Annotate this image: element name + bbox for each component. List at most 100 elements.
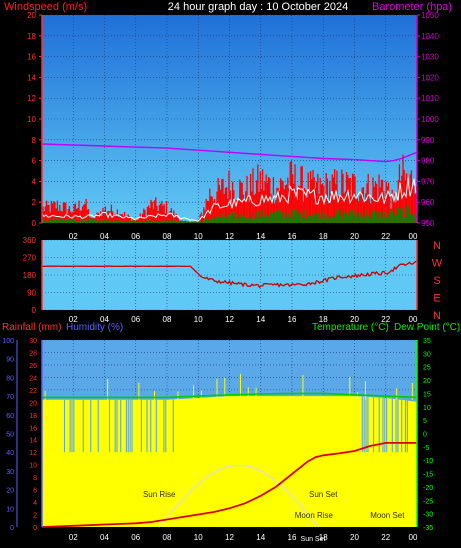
baro-ytick-950: 950: [421, 219, 435, 228]
dir-xtick-16: 16: [288, 315, 297, 324]
rain-ytick-24: 24: [29, 375, 37, 382]
compass-label-north-top: N: [433, 240, 441, 252]
humidity-ytick-30: 30: [6, 469, 14, 476]
dir-xtick-10: 10: [194, 315, 203, 324]
weather-graph-window: Windspeed (m/s) 24 hour graph day : 10 O…: [0, 0, 461, 543]
rain-ytick-10: 10: [29, 463, 37, 470]
moon-rise-label: Moon Rise: [295, 511, 334, 520]
temp-ytick--30: -30: [423, 512, 433, 519]
wind-xtick-08: 08: [163, 232, 172, 241]
humidity-ytick-80: 80: [6, 375, 14, 382]
temp-ytick--20: -20: [423, 485, 433, 492]
dir-ytick-0: 0: [32, 306, 37, 315]
climate-xtick-16: 16: [288, 533, 297, 542]
weather-graph: Windspeed (m/s) 24 hour graph day : 10 O…: [2, 1, 460, 543]
dir-ytick-360: 360: [23, 236, 37, 245]
rain-ytick-0: 0: [33, 525, 37, 532]
climate-xtick-04: 04: [100, 533, 109, 542]
wind-xtick-20: 20: [350, 232, 359, 241]
climate-series-layer: Sun Rise Sun Set Moon Rise Moon Set: [41, 373, 418, 528]
wind-ytick-18: 18: [27, 32, 36, 41]
baro-ytick-990: 990: [421, 136, 435, 145]
sun-set-label: Sun Set: [309, 490, 338, 499]
temp-ytick-25: 25: [423, 365, 431, 372]
rain-ytick-28: 28: [29, 350, 37, 357]
temp-ytick-5: 5: [423, 418, 427, 425]
dir-xtick-12: 12: [225, 315, 234, 324]
moon-set-label: Moon Set: [370, 511, 405, 520]
rain-ytick-12: 12: [29, 450, 37, 457]
rain-ytick-14: 14: [29, 438, 37, 445]
humidity-ytick-60: 60: [6, 413, 14, 420]
wind-ytick-4: 4: [32, 177, 37, 186]
temp-ytick-35: 35: [423, 338, 431, 345]
dir-xtick-14: 14: [256, 315, 265, 324]
temp-ytick--10: -10: [423, 458, 433, 465]
temp-ytick-10: 10: [423, 405, 431, 412]
baro-ytick-970: 970: [421, 177, 435, 186]
temp-ytick-15: 15: [423, 391, 431, 398]
rain-ytick-26: 26: [29, 363, 37, 370]
wind-xtick-04: 04: [100, 232, 109, 241]
wind-xtick-16: 16: [288, 232, 297, 241]
temp-ytick--5: -5: [423, 445, 429, 452]
climate-xtick-20: 20: [350, 533, 359, 542]
wind-xtick-12: 12: [225, 232, 234, 241]
rainfall-axis-title: Rainfall (mm): [2, 322, 61, 333]
climate-xtick-08: 08: [163, 533, 172, 542]
rain-ytick-6: 6: [33, 488, 37, 495]
dir-xtick-06: 06: [131, 315, 140, 324]
humidity-ytick-20: 20: [6, 488, 14, 495]
rain-ytick-2: 2: [33, 513, 37, 520]
temp-ytick-30: 30: [423, 351, 431, 358]
temp-ytick--35: -35: [423, 525, 433, 532]
rain-ytick-16: 16: [29, 425, 37, 432]
humidity-ytick-0: 0: [10, 525, 14, 532]
dewpoint-axis-title: Dew Point (°C): [394, 322, 460, 333]
compass-label-east: E: [433, 293, 440, 305]
baro-ytick-1030: 1030: [421, 53, 439, 62]
temp-ytick--15: -15: [423, 472, 433, 479]
wind-ytick-2: 2: [32, 198, 37, 207]
wind-xtick-22: 22: [381, 232, 390, 241]
baro-ytick-1010: 1010: [421, 94, 439, 103]
wind-xtick-00: 00: [409, 232, 418, 241]
climate-xtick-00: 00: [409, 533, 418, 542]
humidity-ytick-100: 100: [2, 338, 14, 345]
wind-xtick-06: 06: [131, 232, 140, 241]
rain-ytick-8: 8: [33, 475, 37, 482]
climate-xtick-10: 10: [194, 533, 203, 542]
dir-ytick-180: 180: [23, 271, 37, 280]
wind-xtick-02: 02: [69, 232, 78, 241]
wind-ytick-16: 16: [27, 53, 36, 62]
compass-label-north-bottom: N: [433, 310, 441, 322]
baro-ytick-1040: 1040: [421, 32, 439, 41]
rain-ytick-4: 4: [33, 500, 37, 507]
climate-xtick-14: 14: [256, 533, 265, 542]
wind-ytick-12: 12: [27, 94, 36, 103]
baro-ytick-1020: 1020: [421, 73, 439, 82]
sun-rise-label: Sun Rise: [143, 490, 176, 499]
humidity-ytick-90: 90: [6, 357, 14, 364]
climate-xtick-02: 02: [69, 533, 78, 542]
wind-ytick-14: 14: [27, 73, 36, 82]
rain-ytick-18: 18: [29, 413, 37, 420]
wind-xtick-18: 18: [319, 232, 328, 241]
compass-label-south: S: [433, 275, 440, 287]
wind-ytick-6: 6: [32, 157, 37, 166]
wind-ytick-8: 8: [32, 136, 37, 145]
humidity-ytick-40: 40: [6, 450, 14, 457]
temp-ytick-20: 20: [423, 378, 431, 385]
compass-label-west: W: [432, 258, 443, 270]
rain-ytick-30: 30: [29, 338, 37, 345]
baro-ytick-980: 980: [421, 157, 435, 166]
baro-ytick-1050: 1050: [421, 11, 439, 20]
barometer-axis-title: Barometer (hpa): [372, 1, 452, 13]
baro-ytick-1000: 1000: [421, 115, 439, 124]
wind-ytick-0: 0: [32, 219, 37, 228]
humidity-ytick-70: 70: [6, 394, 14, 401]
wind-ytick-20: 20: [27, 11, 36, 20]
humidity-axis-title: Humidity (%): [66, 322, 123, 333]
baro-ytick-960: 960: [421, 198, 435, 207]
dir-ytick-270: 270: [23, 254, 37, 263]
